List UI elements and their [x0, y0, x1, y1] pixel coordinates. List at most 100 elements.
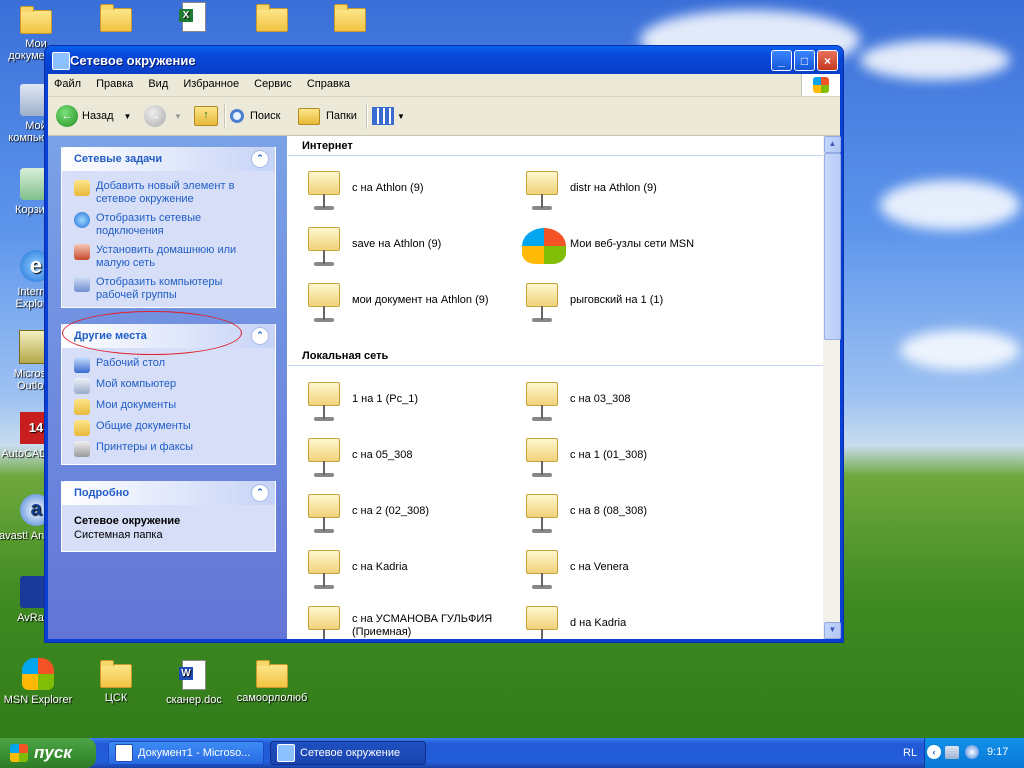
network-share-item[interactable]: distr на Athlon (9)	[518, 168, 728, 218]
windows-flag-icon	[10, 744, 28, 762]
desktop-icon-top-folder-2[interactable]	[234, 2, 310, 36]
group-header-local-network: Локальная сеть	[288, 350, 823, 366]
avast-tray-icon[interactable]	[965, 745, 979, 759]
place-my-computer[interactable]: Мой компьютер	[62, 375, 275, 396]
folder-icon	[20, 6, 52, 34]
place-shared-documents[interactable]: Общие документы	[62, 417, 275, 438]
folders-button[interactable]: Папки	[298, 103, 357, 129]
scroll-down-button[interactable]: ▼	[824, 622, 841, 639]
network-share-item[interactable]: c на 03_308	[518, 379, 728, 429]
network-share-item[interactable]: c на УСМАНОВА ГУЛЬФИЯ (Приемная)	[300, 603, 510, 639]
task-view-workgroup-computers[interactable]: Отобразить компьютеры рабочей группы	[62, 273, 275, 305]
toolbar: ← Назад ▼ → ▼ ↑ Поиск Папки ▼	[48, 97, 840, 136]
minimize-button[interactable]: _	[771, 50, 792, 71]
cloud	[900, 330, 1020, 370]
search-button[interactable]: Поиск	[230, 103, 280, 129]
collapse-chevron-icon[interactable]: ⌃	[251, 150, 269, 168]
network-folder-icon	[308, 606, 340, 639]
network-share-item[interactable]: мои документ на Athlon (9)	[300, 280, 510, 330]
dropdown-arrow-icon[interactable]: ▼	[397, 112, 405, 121]
scrollbar-thumb[interactable]	[824, 153, 841, 340]
network-share-item[interactable]: c на 8 (08_308)	[518, 491, 728, 541]
dropdown-arrow-icon[interactable]: ▼	[174, 112, 182, 121]
desktop-icon-top-excel[interactable]: X	[156, 0, 232, 36]
network-share-item[interactable]: c на 2 (02_308)	[300, 491, 510, 541]
network-folder-icon	[308, 227, 340, 266]
folders-icon	[298, 107, 320, 125]
network-share-item[interactable]: c на Kadria	[300, 547, 510, 597]
network-share-item[interactable]: d на Kadria	[518, 603, 728, 639]
language-indicator[interactable]: RL	[903, 747, 917, 759]
desktop-icon-top-folder-1[interactable]	[78, 2, 154, 36]
desktop-icon-samoorlolyub[interactable]: самоорлолюб	[234, 658, 310, 704]
clock[interactable]: 9:17	[987, 746, 1008, 758]
network-share-item[interactable]: c на 05_308	[300, 435, 510, 485]
cloud	[880, 180, 1020, 230]
close-button[interactable]: ×	[817, 50, 838, 71]
menu-help[interactable]: Справка	[301, 74, 356, 90]
word-document-icon	[115, 744, 133, 762]
menu-file[interactable]: Файл	[48, 74, 87, 90]
network-share-item[interactable]: 1 на 1 (Pc_1)	[300, 379, 510, 429]
network-share-item[interactable]: c на Venera	[518, 547, 728, 597]
scroll-up-button[interactable]: ▲	[824, 136, 841, 153]
collapse-chevron-icon[interactable]: ⌃	[251, 327, 269, 345]
vertical-scrollbar[interactable]: ▲ ▼	[823, 136, 841, 639]
add-network-place-icon	[74, 180, 90, 196]
menu-edit[interactable]: Правка	[90, 74, 139, 90]
windows-logo-icon	[801, 74, 840, 96]
task-setup-home-network[interactable]: Установить домашнюю или малую сеть	[62, 241, 275, 273]
folder-icon	[256, 660, 288, 688]
forward-button[interactable]: → ▼	[144, 103, 182, 129]
menu-view[interactable]: Вид	[142, 74, 174, 90]
network-folder-icon	[526, 171, 558, 210]
network-share-item[interactable]: save на Athlon (9)	[300, 224, 510, 274]
msn-sites-item[interactable]: Мои веб-узлы сети MSN	[518, 224, 728, 274]
back-button[interactable]: ← Назад ▼	[56, 103, 131, 129]
explorer-window: Сетевое окружение _ □ × Файл Правка Вид …	[45, 46, 843, 642]
desktop-icon-top-folder-3[interactable]	[312, 2, 388, 36]
network-share-item[interactable]: рыговский на 1 (1)	[518, 280, 728, 330]
network-folder-icon	[526, 494, 558, 533]
toolbar-separator	[224, 103, 226, 129]
dropdown-arrow-icon[interactable]: ▼	[124, 112, 132, 121]
desktop-icon-scanner-doc[interactable]: W сканер.doc	[156, 658, 232, 706]
desktop-icon-msn-explorer[interactable]: MSN Explorer	[0, 658, 76, 706]
collapse-chevron-icon[interactable]: ⌃	[251, 484, 269, 502]
search-icon	[230, 109, 244, 123]
task-view-network-connections[interactable]: Отобразить сетевые подключения	[62, 209, 275, 241]
network-folder-icon	[526, 382, 558, 421]
home-network-icon	[74, 244, 90, 260]
network-places-icon	[277, 744, 295, 762]
forward-arrow-icon: →	[144, 105, 166, 127]
network-folder-icon	[308, 438, 340, 477]
network-tray-icon[interactable]	[945, 746, 959, 759]
place-my-documents[interactable]: Мои документы	[62, 396, 275, 417]
place-desktop[interactable]: Рабочий стол	[62, 354, 275, 375]
place-printers-and-faxes[interactable]: Принтеры и факсы	[62, 438, 275, 457]
network-folder-icon	[308, 283, 340, 322]
taskbar-button-word[interactable]: Документ1 - Microso...	[108, 741, 264, 765]
details-type: Системная папка	[74, 529, 163, 541]
show-hidden-icons-chevron-icon[interactable]: ‹	[927, 745, 941, 759]
network-share-item[interactable]: c на 1 (01_308)	[518, 435, 728, 485]
panel-header[interactable]: Подробно ⌃	[62, 481, 275, 505]
menu-favorites[interactable]: Избранное	[177, 74, 245, 90]
taskbar-button-network-places[interactable]: Сетевое окружение	[270, 741, 426, 765]
network-share-item[interactable]: с на Athlon (9)	[300, 168, 510, 218]
details-panel: Подробно ⌃ Сетевое окружение Системная п…	[61, 481, 276, 552]
maximize-button[interactable]: □	[794, 50, 815, 71]
network-folder-icon	[308, 494, 340, 533]
back-arrow-icon: ←	[56, 105, 78, 127]
up-button[interactable]: ↑	[194, 103, 218, 129]
title-bar[interactable]: Сетевое окружение _ □ ×	[45, 46, 843, 74]
task-add-network-place[interactable]: Добавить новый элемент в сетевое окружен…	[62, 177, 275, 209]
views-button[interactable]: ▼	[372, 103, 405, 129]
menu-tools[interactable]: Сервис	[248, 74, 298, 90]
computer-icon	[74, 378, 90, 394]
folder-icon	[74, 399, 90, 415]
start-button[interactable]: пуск	[0, 738, 96, 768]
desktop-icon-csk[interactable]: ЦСК	[78, 658, 154, 704]
panel-header[interactable]: Сетевые задачи ⌃	[62, 147, 275, 171]
annotation-ellipse	[62, 311, 242, 355]
